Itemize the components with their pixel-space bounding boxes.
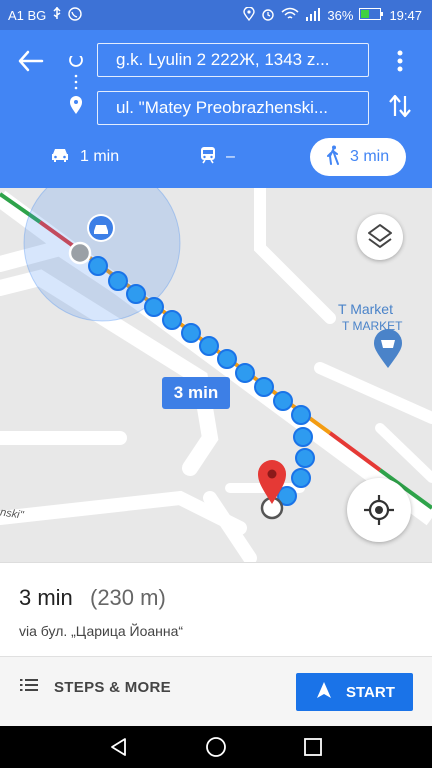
swap-route-icon[interactable] <box>386 92 414 120</box>
steps-label: STEPS & MORE <box>54 678 171 696</box>
walking-icon <box>326 145 340 170</box>
car-icon <box>50 147 70 168</box>
poi-name[interactable]: T Market <box>338 301 393 317</box>
shopping-basket-icon <box>374 329 402 368</box>
my-location-button[interactable] <box>347 478 411 542</box>
wifi-icon <box>281 7 299 24</box>
clock: 19:47 <box>389 8 422 23</box>
carrier-name: A1 BG <box>8 8 47 23</box>
walking-time: 3 min <box>350 148 390 165</box>
usb-icon <box>52 6 62 24</box>
route-duration: 3 min <box>19 585 73 610</box>
road-right <box>314 362 432 424</box>
start-navigation-button[interactable]: START <box>296 673 413 711</box>
start-label: START <box>346 683 395 701</box>
list-icon <box>20 678 38 696</box>
location-status-icon <box>243 6 256 24</box>
tab-driving[interactable]: 1 min <box>50 138 119 176</box>
status-bar: A1 BG 36% 19:47 <box>0 0 432 30</box>
train-icon <box>200 146 216 169</box>
poi-subtitle[interactable]: T MARKET <box>342 319 402 333</box>
car-marker-icon <box>94 225 108 234</box>
map-layers-button[interactable] <box>357 214 403 260</box>
system-nav-bar <box>0 726 432 768</box>
tab-transit[interactable]: – <box>200 138 235 176</box>
home-nav-icon[interactable] <box>205 736 227 758</box>
battery-percent: 36% <box>327 8 354 23</box>
route-origin-marker <box>68 241 92 265</box>
action-bar: STEPS & MORE START <box>0 656 432 726</box>
road-right-lower <box>375 423 432 483</box>
alarm-icon <box>261 7 275 24</box>
transit-time: – <box>226 148 235 165</box>
back-button[interactable] <box>14 46 48 76</box>
road-bottom <box>0 490 247 535</box>
route-time-chip[interactable]: 3 min <box>162 377 230 409</box>
layers-icon <box>368 224 392 248</box>
directions-header: g.k. Lyulin 2 222Ж, 1343 z... ul. "Matey… <box>0 30 432 188</box>
tab-walking[interactable]: 3 min <box>310 138 406 176</box>
route-via: via бул. „Царица Йоанна“ <box>19 623 184 639</box>
map-view[interactable]: 3 min T Market T MARKET nski" <box>0 188 432 562</box>
steps-and-more-button[interactable]: STEPS & MORE <box>20 678 171 696</box>
recents-nav-icon[interactable] <box>302 736 324 758</box>
road-top <box>254 188 336 324</box>
destination-input[interactable]: ul. "Matey Preobrazhenski... <box>97 91 369 125</box>
my-location-icon <box>364 495 394 525</box>
route-summary[interactable]: 3 min (230 m) via бул. „Царица Йоанна“ <box>0 562 432 656</box>
viber-icon <box>68 7 82 24</box>
origin-input[interactable]: g.k. Lyulin 2 222Ж, 1343 z... <box>97 43 369 77</box>
driving-time: 1 min <box>80 148 120 165</box>
route-endpoints-icon <box>68 53 88 146</box>
travel-mode-tabs: 1 min – 3 min <box>0 138 432 178</box>
battery-icon <box>359 8 384 23</box>
navigation-arrow-icon <box>316 681 332 703</box>
more-options-icon[interactable] <box>388 48 412 74</box>
signal-icon <box>305 7 321 24</box>
route-distance: (230 m) <box>90 585 166 610</box>
back-nav-icon[interactable] <box>108 736 130 758</box>
